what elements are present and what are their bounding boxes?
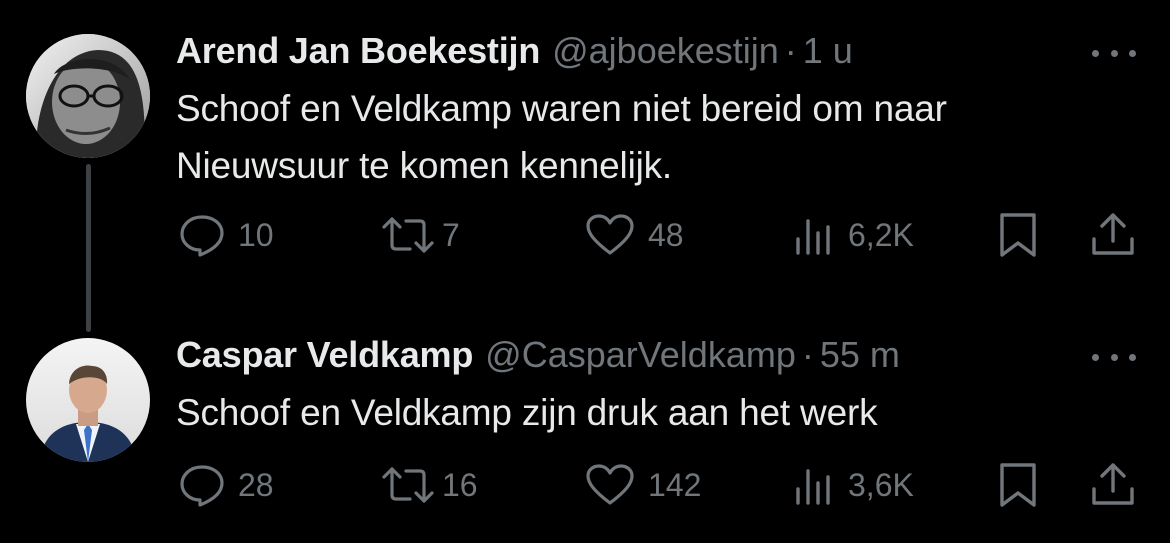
tweet-actions: 28 16 142 3,6K (0, 460, 1170, 510)
views-button[interactable]: 3,6K (792, 460, 914, 510)
tweet[interactable]: Arend Jan Boekestijn @ajboekestijn · 1 u… (0, 0, 1170, 300)
separator-dot: · (784, 30, 797, 71)
separator-dot: · (801, 334, 814, 375)
repost-arrows-icon (382, 217, 434, 253)
bar-chart-icon (796, 219, 830, 255)
bookmark-icon (1000, 213, 1036, 257)
author-handle[interactable]: @CasparVeldkamp (485, 334, 796, 376)
like-count: 142 (648, 466, 702, 503)
share-upload-icon (1092, 463, 1134, 505)
speech-bubble-icon (180, 215, 224, 257)
ellipsis-icon (1092, 353, 1099, 361)
bar-chart-icon (796, 469, 830, 505)
views-count: 3,6K (848, 466, 914, 503)
author-handle[interactable]: @ajboekestijn (552, 30, 779, 72)
tweet[interactable]: Caspar Veldkamp @CasparVeldkamp · 55 m S… (0, 300, 1170, 543)
ellipsis-icon (1092, 49, 1099, 57)
more-options-button[interactable] (1092, 342, 1136, 372)
share-button[interactable] (1090, 210, 1136, 260)
reply-count: 10 (238, 216, 274, 253)
heart-icon (586, 214, 634, 255)
like-count: 48 (648, 216, 684, 253)
tweet-text-line: Schoof en Veldkamp zijn druk aan het wer… (176, 392, 878, 433)
speech-bubble-icon (180, 465, 224, 507)
timestamp[interactable]: 55 m (820, 334, 900, 376)
avatar[interactable] (26, 34, 150, 158)
share-upload-icon (1092, 213, 1134, 255)
author-name[interactable]: Arend Jan Boekestijn (176, 30, 540, 72)
like-button[interactable]: 142 (584, 460, 701, 510)
avatar-image (26, 34, 150, 158)
bookmark-button[interactable] (998, 460, 1038, 510)
tweet-header: Arend Jan Boekestijn @ajboekestijn · 1 u (176, 30, 853, 74)
tweet-text: Schoof en Veldkamp waren niet bereid om … (176, 80, 1136, 194)
views-button[interactable]: 6,2K (792, 210, 914, 260)
share-button[interactable] (1090, 460, 1136, 510)
repost-count: 7 (442, 216, 460, 253)
reply-button[interactable]: 28 (178, 460, 274, 510)
author-name[interactable]: Caspar Veldkamp (176, 334, 473, 376)
avatar-image (26, 338, 150, 462)
reply-count: 28 (238, 466, 274, 503)
views-count: 6,2K (848, 216, 914, 253)
bookmark-icon (1000, 463, 1036, 507)
repost-button[interactable]: 16 (380, 460, 478, 510)
repost-count: 16 (442, 466, 478, 503)
tweet-text: Schoof en Veldkamp zijn druk aan het wer… (176, 384, 1136, 441)
tweet-text-line: Nieuwsuur te komen kennelijk. (176, 145, 672, 186)
tweet-actions: 10 7 48 6,2K (0, 210, 1170, 260)
reply-button[interactable]: 10 (178, 210, 274, 260)
like-button[interactable]: 48 (584, 210, 684, 260)
more-options-button[interactable] (1092, 38, 1136, 68)
repost-button[interactable]: 7 (380, 210, 460, 260)
heart-icon (586, 464, 634, 505)
timestamp[interactable]: 1 u (803, 30, 853, 72)
avatar[interactable] (26, 338, 150, 462)
bookmark-button[interactable] (998, 210, 1038, 260)
tweet-header: Caspar Veldkamp @CasparVeldkamp · 55 m (176, 334, 900, 378)
repost-arrows-icon (382, 467, 434, 503)
tweet-text-line: Schoof en Veldkamp waren niet bereid om … (176, 88, 947, 129)
